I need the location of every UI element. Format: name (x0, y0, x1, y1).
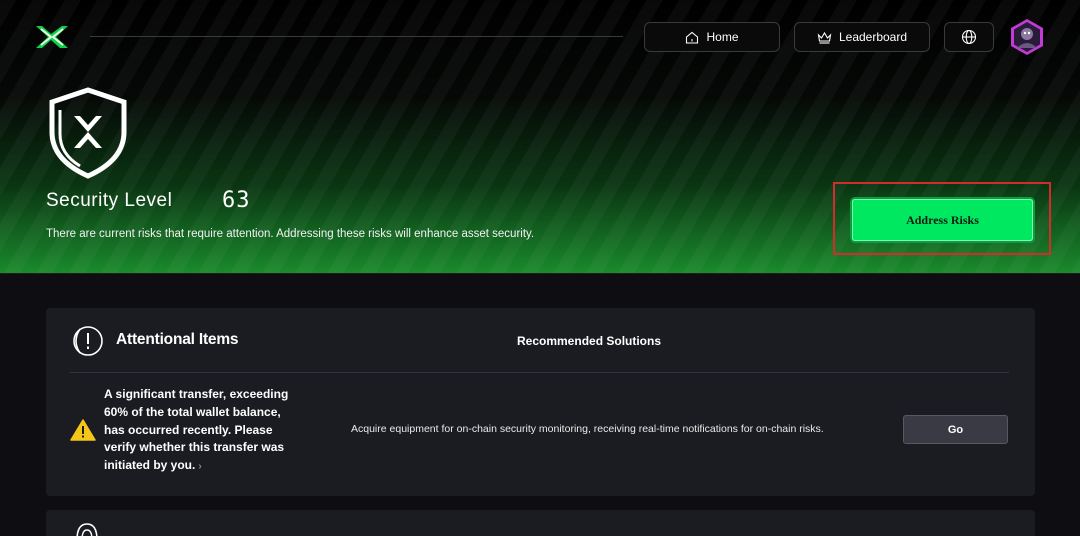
nav-home-label: Home (706, 30, 739, 44)
security-score: 63 (222, 188, 251, 213)
address-risks-button[interactable]: Address Risks (852, 199, 1033, 241)
language-button[interactable] (944, 22, 994, 52)
globe-icon (961, 29, 977, 45)
warning-triangle-icon (70, 419, 96, 441)
go-button[interactable]: Go (903, 415, 1008, 444)
solution-text: Acquire equipment for on-chain security … (351, 423, 824, 435)
home-icon (686, 31, 699, 44)
risk-description[interactable]: A significant transfer, exceeding 60% of… (104, 386, 294, 476)
solutions-header: Recommended Solutions (517, 334, 662, 348)
shield-x-icon (49, 87, 127, 179)
risk-text: A significant transfer, exceeding 60% of… (104, 387, 289, 473)
user-avatar[interactable] (1008, 18, 1046, 56)
security-level-label: Security Level (46, 190, 173, 211)
nav-leaderboard-button[interactable]: Leaderboard (794, 22, 930, 52)
next-card (46, 510, 1035, 536)
header-divider (90, 36, 623, 37)
crown-icon (817, 31, 832, 44)
attention-title: Attentional Items (116, 331, 239, 348)
attention-divider (70, 372, 1009, 373)
partial-item-icon (76, 523, 98, 536)
nav-leaderboard-label: Leaderboard (838, 30, 908, 44)
security-description: There are current risks that require att… (46, 228, 535, 240)
chevron-right-icon: › (198, 461, 202, 473)
exclamation-circle-icon (73, 326, 103, 356)
x-logo-icon[interactable] (34, 24, 70, 50)
nav-home-button[interactable]: Home (644, 22, 780, 52)
